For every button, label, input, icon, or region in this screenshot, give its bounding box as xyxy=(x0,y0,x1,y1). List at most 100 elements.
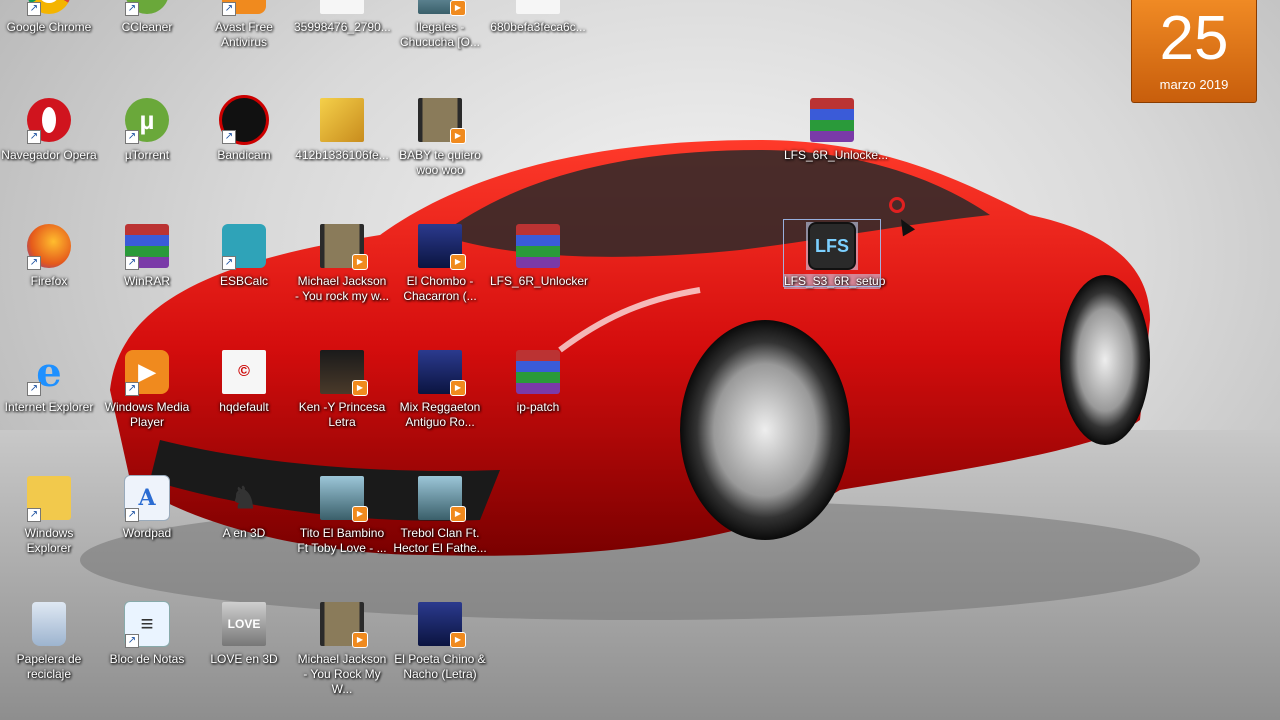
desktop-icon[interactable]: e ↗ Internet Explorer xyxy=(1,346,97,466)
icon-image xyxy=(316,96,368,144)
icon-image: e ↗ xyxy=(23,348,75,396)
desktop-icon-label: LFS_6R_Unlocker xyxy=(490,274,589,288)
desktop-icon-label: LFS_S3_6R_setup xyxy=(784,274,886,289)
desktop-icon[interactable]: ▶ El Chombo - Chacarron (... xyxy=(392,220,488,340)
desktop-icon-label: Bandicam xyxy=(217,148,271,162)
image-thumbnail-icon: ♞ xyxy=(230,481,258,515)
icon-image: ▶ xyxy=(316,348,368,396)
desktop-icon-label: Trebol Clan Ft. Hector El Fathe... xyxy=(393,526,487,555)
desktop-icon[interactable]: ▶ ↗ Windows Media Player xyxy=(99,346,195,466)
calendar-gadget[interactable]: 25 marzo 2019 xyxy=(1131,0,1257,103)
winrar-archive-icon xyxy=(516,350,560,394)
video-play-icon: ▶ xyxy=(450,128,466,144)
desktop-icon[interactable]: ▶ Michael Jackson - You Rock My W... xyxy=(294,598,390,718)
desktop-icon[interactable]: LFS_6R_Unlocke... xyxy=(784,94,888,214)
desktop-icon[interactable]: Papelera de reciclaje xyxy=(1,598,97,718)
desktop-icon[interactable]: © hqdefault xyxy=(196,346,292,466)
icon-image: A ↗ xyxy=(121,474,173,522)
icon-image: ↗ xyxy=(23,474,75,522)
desktop-icon[interactable]: ↗ Firefox xyxy=(1,220,97,340)
desktop-icon-label: 412b1336106fe... xyxy=(295,148,389,162)
video-play-icon: ▶ xyxy=(450,254,466,270)
icon-image: ↗ xyxy=(121,222,173,270)
icon-image: ▶ xyxy=(316,222,368,270)
shortcut-arrow-icon: ↗ xyxy=(222,130,236,144)
desktop-icon[interactable]: µ ↗ µTorrent xyxy=(99,94,195,214)
desktop-icon[interactable]: ↗ Windows Explorer xyxy=(1,472,97,592)
shortcut-arrow-icon: ↗ xyxy=(27,256,41,270)
desktop-icon[interactable]: ▶ Trebol Clan Ft. Hector El Fathe... xyxy=(392,472,488,592)
desktop-icon-label: Ilegales - Chucucha [O... xyxy=(399,20,481,49)
icon-image: ▶ xyxy=(316,600,368,648)
desktop-icon-label: Mix Reggaeton Antiguo Ro... xyxy=(399,400,481,429)
image-thumbnail-icon: © xyxy=(222,350,266,394)
desktop-icon[interactable]: ↗ Google Chrome xyxy=(1,0,97,86)
icon-image: ≡ ↗ xyxy=(121,600,173,648)
desktop-icon-label: 35998476_2790... xyxy=(294,20,391,34)
desktop-icon[interactable]: ▶ El Poeta Chino & Nacho (Letra) xyxy=(392,598,488,718)
desktop-icon[interactable]: LOVE LOVE en 3D xyxy=(196,598,292,718)
video-play-icon: ▶ xyxy=(352,380,368,396)
desktop-icon[interactable]: ▶ Michael Jackson - You rock my w... xyxy=(294,220,390,340)
shortcut-arrow-icon: ↗ xyxy=(125,382,139,396)
desktop-icon-label: A en 3D xyxy=(222,526,266,540)
winrar-archive-icon xyxy=(516,224,560,268)
desktop-icon[interactable]: 35998476_2790... xyxy=(294,0,391,86)
desktop-icon[interactable]: ↗ Bandicam xyxy=(196,94,292,214)
desktop-icon[interactable]: ▶ BABY te quiero woo woo xyxy=(392,94,488,214)
desktop-icon[interactable]: ↗ Navegador Opera xyxy=(1,94,97,214)
shortcut-arrow-icon: ↗ xyxy=(125,130,139,144)
desktop-icon[interactable]: ▶ Mix Reggaeton Antiguo Ro... xyxy=(392,346,488,466)
desktop-icon[interactable]: ↗ Avast Free Antivirus xyxy=(196,0,292,86)
desktop-icon[interactable]: ip-patch xyxy=(490,346,586,466)
desktop-icon[interactable]: LFS LFS_S3_6R_setup xyxy=(783,219,886,289)
desktop-icon-label: Tito El Bambino Ft Toby Love - ... xyxy=(297,526,387,555)
shortcut-arrow-icon: ↗ xyxy=(27,130,41,144)
icon-image xyxy=(512,0,564,16)
icon-image: ♞ xyxy=(218,474,270,522)
desktop-icon-label: Windows Explorer xyxy=(24,526,74,555)
desktop-icon-label: Windows Media Player xyxy=(104,400,190,429)
shortcut-arrow-icon: ↗ xyxy=(125,508,139,522)
shortcut-arrow-icon: ↗ xyxy=(27,382,41,396)
calendar-day: 25 xyxy=(1159,4,1229,73)
desktop-icon[interactable]: ≡ ↗ Bloc de Notas xyxy=(99,598,195,718)
desktop-icon[interactable]: 412b1336106fe... xyxy=(294,94,390,214)
desktop-icon-label: Avast Free Antivirus xyxy=(215,20,273,49)
desktop-icon[interactable]: 680befa3feca6c... xyxy=(490,0,586,86)
desktop-icon[interactable]: ▶ Ilegales - Chucucha [O... xyxy=(392,0,488,86)
desktop-icon-label: Wordpad xyxy=(122,526,172,540)
icon-image: ↗ xyxy=(23,222,75,270)
icon-image: ↗ xyxy=(218,222,270,270)
icon-image xyxy=(512,348,564,396)
icon-image: ↗ xyxy=(218,95,270,145)
desktop-icon[interactable]: ♞ A en 3D xyxy=(196,472,292,592)
desktop-icon[interactable]: A ↗ Wordpad xyxy=(99,472,195,592)
shortcut-arrow-icon: ↗ xyxy=(222,2,236,16)
desktop-icon-label: El Chombo - Chacarron (... xyxy=(403,274,477,303)
desktop-icon[interactable]: ↗ CCleaner xyxy=(99,0,195,86)
file-icon xyxy=(516,0,560,14)
desktop-icon-label: hqdefault xyxy=(219,400,269,414)
icon-image: ▶ xyxy=(414,0,466,16)
video-play-icon: ▶ xyxy=(450,632,466,648)
shortcut-arrow-icon: ↗ xyxy=(27,508,41,522)
shortcut-arrow-icon: ↗ xyxy=(125,2,139,16)
video-play-icon: ▶ xyxy=(352,254,368,270)
video-play-icon: ▶ xyxy=(450,506,466,522)
lfs-setup-icon: LFS xyxy=(808,222,856,270)
desktop-icon-label: Michael Jackson - You Rock My W... xyxy=(297,652,387,696)
desktop-icon[interactable]: ↗ WinRAR xyxy=(99,220,195,340)
video-play-icon: ▶ xyxy=(352,506,368,522)
desktop-icon[interactable]: LFS_6R_Unlocker xyxy=(490,220,589,340)
video-play-icon: ▶ xyxy=(450,380,466,396)
icon-image: ↗ xyxy=(23,0,75,16)
video-play-icon: ▶ xyxy=(352,632,368,648)
icon-image xyxy=(23,600,75,648)
desktop-icon[interactable]: ▶ Ken -Y Princesa Letra xyxy=(294,346,390,466)
icon-image: ↗ xyxy=(23,96,75,144)
desktop-icon-label: Navegador Opera xyxy=(1,148,97,162)
desktop-icon[interactable]: ↗ ESBCalc xyxy=(196,220,292,340)
desktop-icon[interactable]: ▶ Tito El Bambino Ft Toby Love - ... xyxy=(294,472,390,592)
icon-image: ▶ xyxy=(316,474,368,522)
